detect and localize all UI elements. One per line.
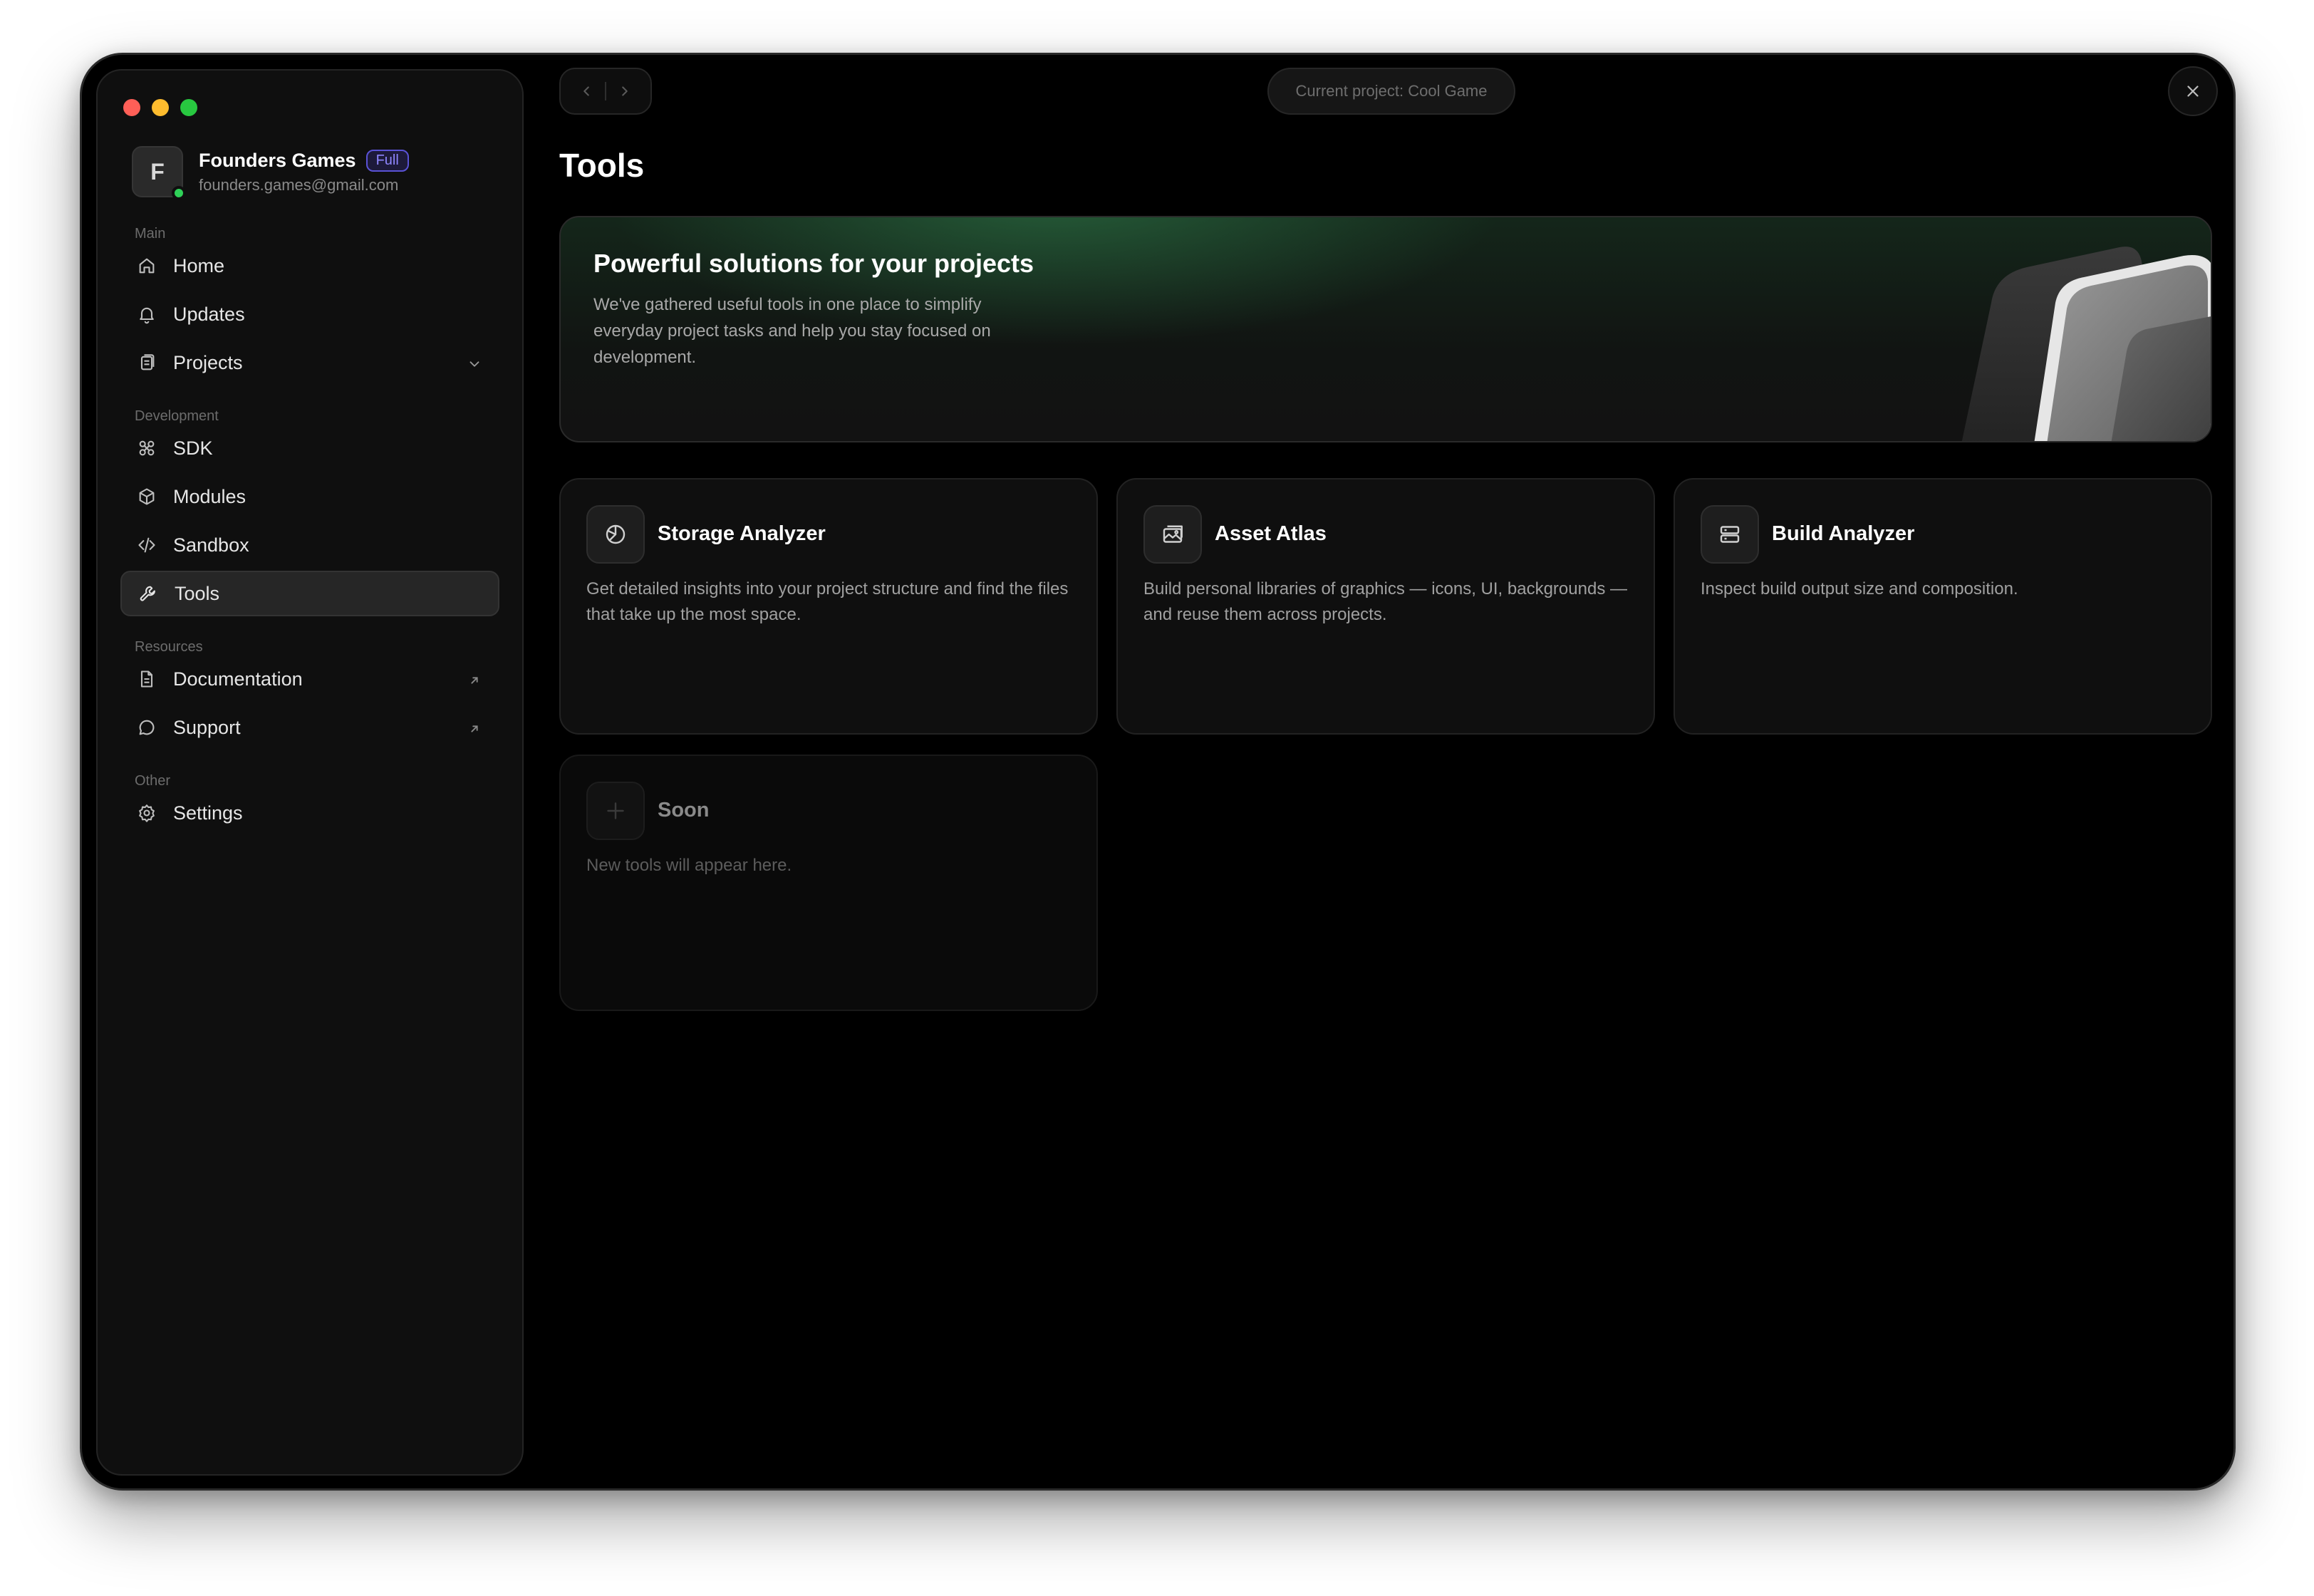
sidebar-item-label: SDK — [173, 437, 213, 459]
tool-card-title: Build Analyzer — [1772, 522, 1915, 545]
sidebar-item-support[interactable]: Support — [120, 705, 499, 750]
document-icon — [136, 668, 157, 690]
pie-chart-icon — [586, 505, 645, 564]
section-label-resources: Resources — [135, 639, 203, 655]
image-gallery-icon — [1143, 505, 1202, 564]
avatar-initial: F — [150, 158, 165, 185]
wrench-icon — [138, 583, 159, 604]
section-label-other: Other — [135, 773, 171, 789]
divider — [605, 82, 606, 100]
sidebar-item-documentation[interactable]: Documentation — [120, 656, 499, 702]
plan-badge: Full — [365, 149, 409, 172]
sidebar-item-label: Updates — [173, 303, 245, 325]
plus-icon — [586, 782, 645, 840]
maximize-window-button[interactable] — [180, 99, 197, 116]
close-icon — [2187, 86, 2199, 97]
code-icon — [136, 534, 157, 556]
page-title: Tools — [559, 147, 645, 184]
section-label-development: Development — [135, 408, 219, 424]
close-button[interactable] — [2168, 66, 2218, 116]
sidebar-item-projects[interactable]: Projects — [120, 340, 499, 385]
home-icon — [136, 255, 157, 276]
sidebar-item-sdk[interactable]: SDK — [120, 425, 499, 471]
account-name: Founders Games — [199, 149, 356, 171]
close-window-button[interactable] — [123, 99, 140, 116]
sidebar-item-modules[interactable]: Modules — [120, 474, 499, 519]
sidebar-item-label: Documentation — [173, 668, 303, 690]
sidebar-item-label: Settings — [173, 802, 243, 824]
sidebar-item-label: Tools — [175, 582, 220, 604]
tool-card-title: Storage Analyzer — [658, 522, 826, 545]
avatar: F — [132, 146, 186, 200]
tool-card-soon: Soon New tools will appear here. — [559, 755, 1098, 1011]
app-window: F Founders Games Full founders.games@gma… — [80, 53, 2236, 1491]
current-project-selector[interactable]: Current project: Cool Game — [1267, 68, 1515, 115]
sidebar-item-label: Projects — [173, 351, 243, 373]
section-label-main: Main — [135, 226, 166, 242]
sidebar-item-settings[interactable]: Settings — [120, 790, 499, 836]
hero-illustration — [1961, 247, 2211, 441]
tool-card-build-analyzer[interactable]: Build Analyzer Inspect build output size… — [1674, 478, 2212, 735]
chevron-down-icon[interactable] — [467, 355, 482, 370]
sidebar-item-label: Support — [173, 716, 241, 738]
cube-icon — [136, 486, 157, 507]
forward-button[interactable] — [611, 77, 639, 105]
document-stack-icon — [136, 352, 157, 373]
chat-bubble-icon — [136, 717, 157, 738]
server-icon — [1701, 505, 1759, 564]
online-status-dot — [172, 186, 186, 200]
sidebar-item-home[interactable]: Home — [120, 243, 499, 289]
tool-card-title: Asset Atlas — [1215, 522, 1327, 545]
sidebar: F Founders Games Full founders.games@gma… — [96, 69, 524, 1476]
gear-icon — [136, 802, 157, 824]
tool-card-description: New tools will appear here. — [586, 856, 792, 875]
history-navigation — [559, 68, 652, 115]
external-link-icon — [467, 720, 482, 735]
tool-card-description: Inspect build output size and compositio… — [1701, 579, 2018, 598]
hero-banner: Powerful solutions for your projects We'… — [559, 216, 2212, 442]
account-profile[interactable]: F Founders Games Full founders.games@gma… — [132, 146, 409, 200]
sidebar-item-label: Home — [173, 254, 225, 276]
sidebar-item-tools[interactable]: Tools — [120, 571, 499, 616]
sidebar-item-sandbox[interactable]: Sandbox — [120, 522, 499, 568]
tool-card-description: Build personal libraries of graphics — i… — [1143, 579, 1627, 624]
tool-card-storage-analyzer[interactable]: Storage Analyzer Get detailed insights i… — [559, 478, 1098, 735]
sidebar-item-label: Sandbox — [173, 534, 249, 556]
hero-title: Powerful solutions for your projects — [593, 249, 1034, 278]
hero-description: We've gathered useful tools in one place… — [593, 295, 991, 367]
sdk-icon — [136, 437, 157, 459]
window-controls — [123, 99, 197, 116]
minimize-window-button[interactable] — [152, 99, 169, 116]
tool-card-title: Soon — [658, 799, 710, 822]
sidebar-item-updates[interactable]: Updates — [120, 291, 499, 337]
external-link-icon — [467, 671, 482, 687]
tool-card-description: Get detailed insights into your project … — [586, 579, 1069, 624]
back-button[interactable] — [572, 77, 601, 105]
tool-card-asset-atlas[interactable]: Asset Atlas Build personal libraries of … — [1116, 478, 1655, 735]
bell-icon — [136, 304, 157, 325]
sidebar-item-label: Modules — [173, 485, 247, 507]
account-email: founders.games@gmail.com — [199, 175, 399, 194]
